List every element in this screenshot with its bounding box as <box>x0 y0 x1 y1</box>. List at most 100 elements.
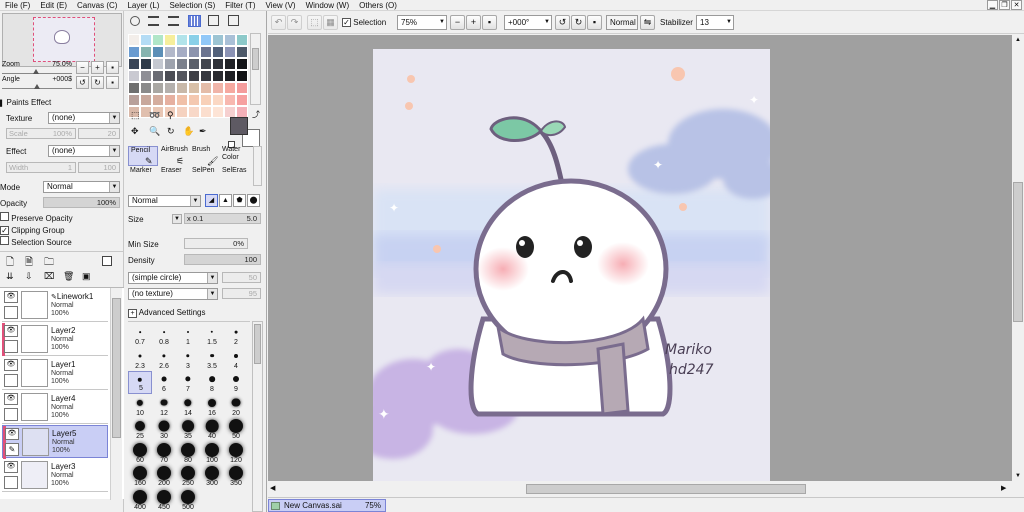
selection-source-option[interactable]: Selection Source <box>0 236 72 249</box>
color-swatch[interactable] <box>176 34 188 46</box>
size-preset[interactable]: 3.5 <box>200 348 224 371</box>
view-mode-select[interactable]: Normal <box>606 15 638 30</box>
eye-icon[interactable]: 👁 <box>5 428 19 440</box>
size-preset[interactable]: 1 <box>176 324 200 347</box>
zoom-tool-icon[interactable]: 🔍 <box>149 126 160 137</box>
size-preset[interactable]: 5 <box>128 371 152 394</box>
clipping-group-checkbox[interactable]: ✓ <box>0 226 9 235</box>
paints-effect-header[interactable]: ▌ Paints Effect <box>0 97 124 109</box>
color-swatch[interactable] <box>176 82 188 94</box>
color-swatch[interactable] <box>236 58 248 70</box>
rotate-reset-icon[interactable]: ▪ <box>106 76 119 89</box>
zoom-in-icon[interactable]: + <box>91 61 104 74</box>
color-swatch[interactable] <box>176 70 188 82</box>
size-preset[interactable]: 120 <box>224 442 248 465</box>
eye-icon[interactable]: 👁 <box>4 461 18 473</box>
selection-visibility-option[interactable]: ✓ Selection <box>342 15 386 30</box>
menu-view[interactable]: View (V) <box>260 0 300 11</box>
foreground-color-swatch[interactable] <box>230 117 248 135</box>
layer-lock-toggle[interactable] <box>4 340 18 353</box>
tool-scrollbar[interactable] <box>253 146 262 186</box>
color-swatch[interactable] <box>236 70 248 82</box>
new-layer-icon[interactable]: 🗋 <box>6 255 14 272</box>
color-swatch[interactable] <box>236 46 248 58</box>
size-preset[interactable]: 70 <box>152 442 176 465</box>
color-swatch[interactable] <box>200 34 212 46</box>
selection-source-checkbox[interactable] <box>0 236 9 245</box>
size-preset[interactable]: 2.3 <box>128 348 152 371</box>
edge-medium-icon[interactable]: ▲ <box>219 194 232 207</box>
size-preset[interactable]: 6 <box>152 371 176 394</box>
scale-number[interactable]: 20 <box>78 128 120 139</box>
scratchpad-icon[interactable] <box>208 15 219 26</box>
swatches-icon[interactable] <box>188 15 201 27</box>
color-swatch[interactable] <box>164 82 176 94</box>
brush-lock-icon[interactable]: ✎ <box>5 443 19 456</box>
move-icon[interactable]: ✥ <box>131 126 139 137</box>
scroll-left-icon[interactable]: ◀ <box>270 484 275 492</box>
lasso-icon[interactable]: ➿ <box>149 110 160 121</box>
invert-selection-icon[interactable]: ▦ <box>323 15 338 30</box>
layer-item-selected[interactable]: 👁 ✎ Layer5 Normal 100% <box>2 425 108 459</box>
layer-lock-toggle[interactable] <box>4 476 18 489</box>
color-swatch[interactable] <box>236 94 248 106</box>
size-preset[interactable]: 2 <box>224 324 248 347</box>
advanced-settings-toggle[interactable]: + Advanced Settings <box>128 306 206 319</box>
color-swatch[interactable] <box>188 70 200 82</box>
menu-layer[interactable]: Layer (L) <box>122 0 164 11</box>
color-swatch[interactable] <box>152 34 164 46</box>
size-presets-scrollbar[interactable] <box>252 321 263 512</box>
color-swatch[interactable] <box>140 94 152 106</box>
size-preset[interactable]: 8 <box>200 371 224 394</box>
color-swatch-grid[interactable] <box>128 34 249 118</box>
delete-layer-icon[interactable]: 🗑 <box>63 271 74 282</box>
color-swatch[interactable] <box>188 106 200 118</box>
layer-item[interactable]: 👁 Layer3 Normal 100% <box>2 459 108 492</box>
redo-icon[interactable]: ↷ <box>287 15 302 30</box>
color-swatch[interactable] <box>128 70 140 82</box>
color-swatch[interactable] <box>128 58 140 70</box>
color-swatch[interactable] <box>128 46 140 58</box>
color-swatch[interactable] <box>140 82 152 94</box>
size-preset[interactable]: 300 <box>200 465 224 488</box>
color-swatch[interactable] <box>224 70 236 82</box>
color-swatch[interactable] <box>176 94 188 106</box>
restore-icon[interactable]: ❐ <box>999 0 1010 10</box>
zoom-out-toolbar-icon[interactable]: − <box>450 15 465 30</box>
width-slider[interactable]: Width 1 <box>6 162 76 173</box>
color-swatch[interactable] <box>200 46 212 58</box>
layers-scrollbar[interactable] <box>110 288 122 500</box>
eye-icon[interactable]: 👁 <box>4 325 18 337</box>
undo-icon[interactable]: ↶ <box>271 15 286 30</box>
rotation-select[interactable]: +000° ▼ <box>504 15 552 30</box>
edge-softest-icon[interactable]: ⬤ <box>247 194 260 207</box>
layer-item[interactable]: 👁 Layer2 Normal 100% <box>2 323 108 356</box>
rgb-sliders-icon[interactable] <box>148 16 159 26</box>
width-number[interactable]: 100 <box>78 162 120 173</box>
zoom-slider[interactable] <box>2 69 72 74</box>
size-preset[interactable]: 4 <box>224 348 248 371</box>
zoom-select[interactable]: 75% ▼ <box>397 15 447 30</box>
size-preset[interactable]: 500 <box>176 489 200 512</box>
brush-texture-amount[interactable]: 95 <box>222 288 261 299</box>
size-preset[interactable]: 10 <box>128 395 152 418</box>
opacity-slider[interactable]: 100% <box>43 197 120 208</box>
size-multiplier-arrow-icon[interactable]: ▼ <box>172 214 182 224</box>
zoom-reset-icon[interactable]: ▪ <box>106 61 119 74</box>
size-preset[interactable]: 25 <box>128 418 152 441</box>
tool-marker[interactable]: Marker <box>128 167 158 187</box>
color-swatch[interactable] <box>152 58 164 70</box>
minimize-icon[interactable]: ▁ <box>987 0 998 10</box>
size-preset[interactable]: 12 <box>152 395 176 418</box>
color-swatch[interactable] <box>140 58 152 70</box>
size-preset[interactable]: 40 <box>200 418 224 441</box>
menu-edit[interactable]: Edit (E) <box>35 0 72 11</box>
color-swatch[interactable] <box>224 58 236 70</box>
layer-item[interactable]: 👁 Layer1 Normal 100% <box>2 357 108 390</box>
transfer-down-icon[interactable]: ⇊ <box>6 271 14 282</box>
size-preset[interactable]: 2.6 <box>152 348 176 371</box>
size-preset[interactable]: 14 <box>176 395 200 418</box>
color-swatch[interactable] <box>224 94 236 106</box>
size-slider[interactable]: x 0.1 5.0 <box>184 213 261 224</box>
palette-mode-icon[interactable] <box>228 15 239 26</box>
